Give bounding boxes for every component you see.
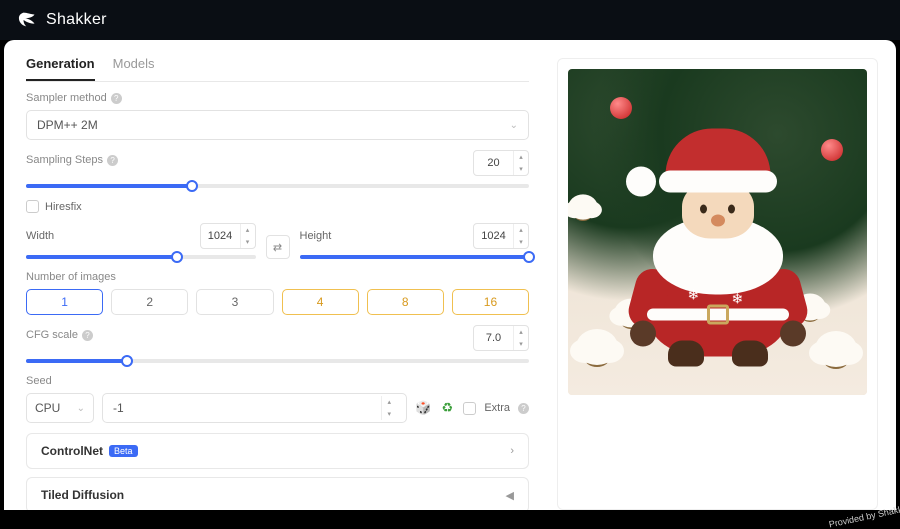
width-slider[interactable] bbox=[26, 255, 256, 259]
steps-slider[interactable] bbox=[26, 184, 529, 188]
cfg-input[interactable]: 7.0 ▴▾ bbox=[473, 325, 529, 351]
help-icon[interactable]: ? bbox=[111, 93, 122, 104]
recycle-icon[interactable]: ♻ bbox=[439, 400, 455, 416]
generated-image[interactable]: ❄ ❄ bbox=[568, 69, 867, 395]
slider-thumb[interactable] bbox=[186, 180, 198, 192]
preview-panel: ❄ ❄ Provided by Shakker.ai bbox=[551, 40, 896, 510]
seed-label: Seed bbox=[26, 375, 529, 387]
num-images-buttons: 1 2 3 4 8 16 bbox=[26, 289, 529, 315]
seed-device-select[interactable]: CPU ⌄ bbox=[26, 393, 94, 423]
seed-value-input[interactable]: -1 ▴▾ bbox=[102, 393, 407, 423]
controlnet-accordion[interactable]: ControlNet Beta › bbox=[26, 433, 529, 469]
num-btn-8[interactable]: 8 bbox=[367, 289, 444, 315]
height-slider[interactable] bbox=[300, 255, 530, 259]
chevron-down-icon: ⌄ bbox=[77, 403, 85, 414]
brand-logo[interactable]: Shakker bbox=[18, 9, 107, 31]
hiresfix-checkbox[interactable] bbox=[26, 200, 39, 213]
width-input[interactable]: 1024 ▴▾ bbox=[200, 223, 256, 249]
sampler-label: Sampler method ? bbox=[26, 92, 529, 104]
extra-label: Extra bbox=[484, 402, 510, 414]
extra-checkbox[interactable] bbox=[463, 402, 476, 415]
num-btn-16[interactable]: 16 bbox=[452, 289, 529, 315]
app-header: Shakker bbox=[0, 0, 900, 40]
num-images-label: Number of images bbox=[26, 271, 529, 283]
step-up-icon[interactable]: ▴ bbox=[514, 151, 528, 163]
height-label: Height bbox=[300, 230, 332, 242]
main-container: Generation Models Sampler method ? DPM++… bbox=[4, 40, 896, 510]
cfg-label: CFG scale ? bbox=[26, 329, 463, 341]
settings-panel: Generation Models Sampler method ? DPM++… bbox=[4, 40, 551, 510]
tab-bar: Generation Models bbox=[26, 50, 529, 82]
dice-icon[interactable]: 🎲 bbox=[415, 400, 431, 416]
steps-label: Sampling Steps ? bbox=[26, 154, 463, 166]
cfg-slider[interactable] bbox=[26, 359, 529, 363]
width-label: Width bbox=[26, 230, 54, 242]
num-btn-4[interactable]: 4 bbox=[282, 289, 359, 315]
help-icon[interactable]: ? bbox=[82, 330, 93, 341]
santa-figure: ❄ ❄ bbox=[628, 129, 808, 359]
steps-input[interactable]: 20 ▴▾ bbox=[473, 150, 529, 176]
help-icon[interactable]: ? bbox=[107, 155, 118, 166]
brand-name: Shakker bbox=[46, 11, 107, 29]
step-down-icon[interactable]: ▾ bbox=[514, 163, 528, 175]
logo-icon bbox=[18, 9, 40, 31]
num-btn-2[interactable]: 2 bbox=[111, 289, 188, 315]
beta-badge: Beta bbox=[109, 445, 138, 457]
tab-models[interactable]: Models bbox=[113, 50, 155, 81]
chevron-right-icon: › bbox=[510, 445, 514, 457]
tab-generation[interactable]: Generation bbox=[26, 50, 95, 81]
tiled-diffusion-accordion[interactable]: Tiled Diffusion ◀ bbox=[26, 477, 529, 510]
swap-dimensions-button[interactable]: ⇄ bbox=[266, 235, 290, 259]
chevron-down-icon: ⌄ bbox=[510, 120, 518, 131]
preview-box: ❄ ❄ bbox=[557, 58, 878, 510]
num-btn-1[interactable]: 1 bbox=[26, 289, 103, 315]
hiresfix-label: Hiresfix bbox=[45, 201, 82, 213]
height-input[interactable]: 1024 ▴▾ bbox=[473, 223, 529, 249]
help-icon[interactable]: ? bbox=[518, 403, 529, 414]
sampler-select[interactable]: DPM++ 2M ⌄ bbox=[26, 110, 529, 140]
num-btn-3[interactable]: 3 bbox=[196, 289, 273, 315]
triangle-left-icon: ◀ bbox=[506, 489, 514, 502]
